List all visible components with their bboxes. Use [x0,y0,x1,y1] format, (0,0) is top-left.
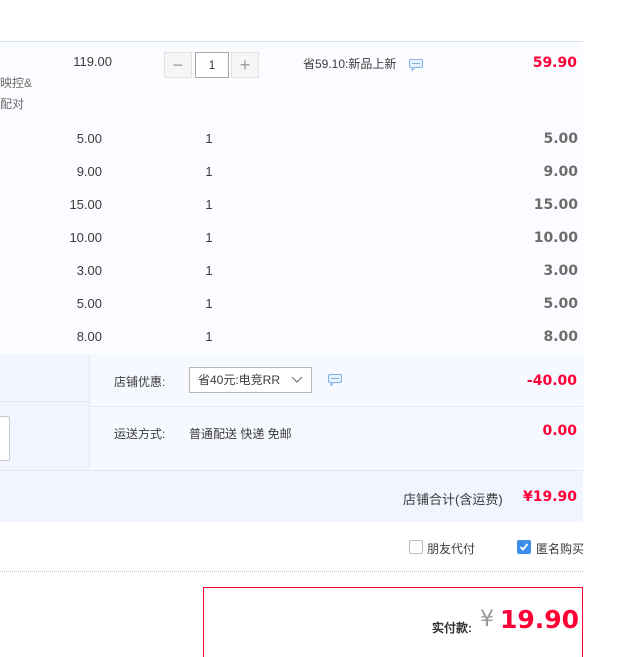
sub-item-price: 5.00 [76,131,102,146]
payment-label: 实付款: [432,621,472,635]
shop-discount-select[interactable]: 省40元:电竞RR [189,367,312,393]
anonymous-checkbox[interactable] [517,540,531,554]
sub-item-total: 9.00 [543,164,578,180]
item-title-line-2: 配对 [0,97,25,111]
sub-item-quantity: 1 [205,263,213,278]
friend-pay-checkbox[interactable] [409,540,423,554]
chevron-down-icon [291,376,303,383]
shop-options-panel [89,354,584,470]
sub-item-quantity: 1 [205,230,213,245]
quantity-minus-button[interactable]: − [164,52,192,78]
shipping-label: 运送方式: [114,427,166,441]
shop-subtotal-label: 店铺合计(含运费) [403,492,503,507]
sub-item-total: 8.00 [543,329,578,345]
sub-item-total: 5.00 [543,131,578,147]
item-total: 59.90 [532,55,577,71]
shop-discount-label: 店铺优惠: [114,375,166,389]
sub-item-total: 15.00 [533,197,578,213]
sub-item-price: 15.00 [69,197,102,212]
sub-item-total: 3.00 [543,263,578,279]
sub-item-price: 9.00 [76,164,102,179]
message-icon[interactable] [328,374,342,386]
sub-item-total: 10.00 [533,230,578,246]
item-title-line-1: 映控& [0,76,33,90]
shop-subtotal-value: ¥19.90 [522,489,577,505]
shipping-cost: 0.00 [542,423,577,439]
friend-pay-label[interactable]: 朋友代付 [427,540,475,557]
checkmark-icon [519,543,529,551]
quantity-plus-button[interactable]: + [231,52,259,78]
sub-item-price: 5.00 [76,296,102,311]
payment-amount: 19.90 [500,605,580,634]
item-promo-text: 省59.10:新品上新 [303,57,397,71]
sub-item-quantity: 1 [205,197,213,212]
sub-item-quantity: 1 [205,296,213,311]
quantity-input[interactable]: 1 [195,52,229,78]
sub-item-price: 3.00 [76,263,102,278]
shop-discount-select-value: 省40元:电竞RR [198,373,281,387]
divider [0,401,89,402]
sub-item-price: 8.00 [76,329,102,344]
sub-item-quantity: 1 [205,131,213,146]
sub-item-total: 5.00 [543,296,578,312]
shop-discount-value: -40.00 [526,373,577,389]
message-icon[interactable] [409,59,423,71]
divider [0,470,583,471]
sub-item-price: 10.00 [69,230,102,245]
divider [0,571,583,572]
item-unit-price: 119.00 [73,54,112,69]
anonymous-label[interactable]: 匿名购买 [536,540,584,557]
sub-item-quantity: 1 [205,164,213,179]
divider [89,406,583,407]
message-input[interactable] [0,416,10,461]
payment-currency: ¥ [480,607,494,632]
shipping-method: 普通配送 快递 免邮 [189,427,292,441]
sub-item-quantity: 1 [205,329,213,344]
